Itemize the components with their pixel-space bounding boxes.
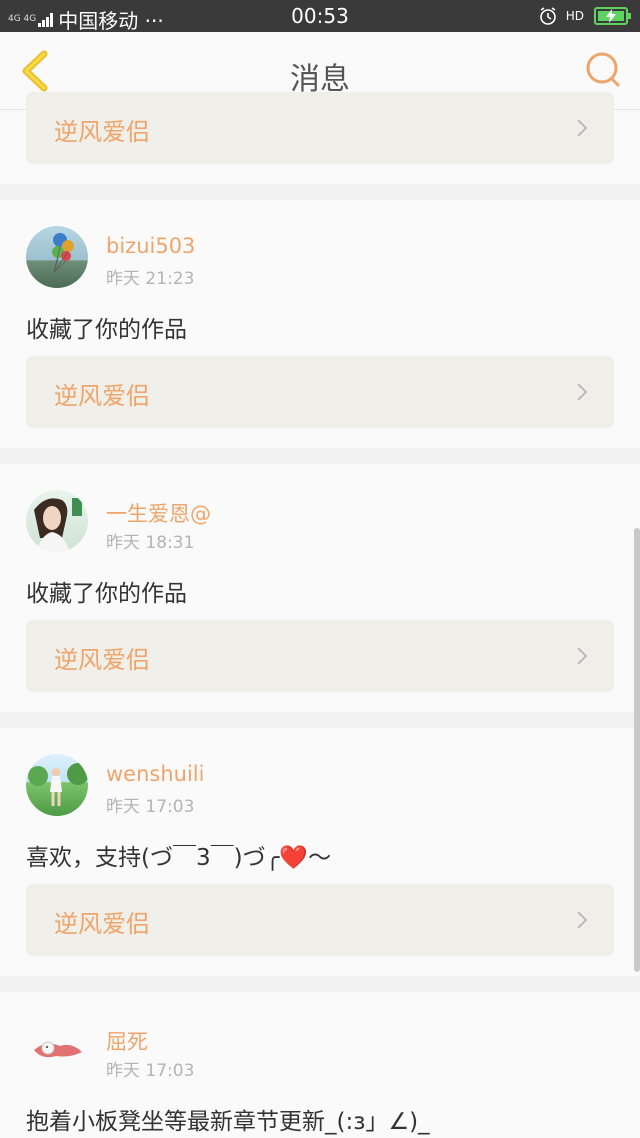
work-link[interactable]: 逆风爱侣 (26, 92, 614, 164)
message-card: bizui503 昨天 21:23 收藏了你的作品 逆风爱侣 (0, 200, 640, 448)
message-text: 收藏了你的作品 (26, 581, 187, 607)
message-text: 抱着小板凳坐等最新章节更新_(:з」∠)_ (26, 1109, 430, 1135)
hd-call-icon: HD (565, 9, 584, 23)
avatar[interactable] (26, 226, 88, 288)
message-card: wenshuili 昨天 17:03 喜欢，支持(づ￣3￣)づ╭❤️～ 逆风爱侣 (0, 728, 640, 976)
message-time: 昨天 21:23 (106, 269, 195, 289)
chevron-right-icon (577, 911, 588, 929)
search-icon[interactable] (584, 50, 624, 90)
work-title: 逆风爱侣 (54, 382, 150, 410)
avatar[interactable] (26, 490, 88, 552)
message-time: 昨天 17:03 (106, 797, 195, 817)
username[interactable]: 屈死 (106, 1026, 148, 1056)
username[interactable]: bizui503 (106, 234, 195, 258)
scrollbar[interactable] (634, 528, 640, 972)
username[interactable]: wenshuili (106, 762, 204, 786)
work-title: 逆风爱侣 (54, 910, 150, 938)
chevron-right-icon (577, 647, 588, 665)
message-time: 昨天 17:03 (106, 1061, 195, 1081)
work-link[interactable]: 逆风爱侣 (26, 356, 614, 428)
message-text: 收藏了你的作品 (26, 317, 187, 343)
work-title: 逆风爱侣 (54, 118, 150, 146)
message-card: 屈死 昨天 17:03 抱着小板凳坐等最新章节更新_(:з」∠)_ (0, 992, 640, 1138)
battery-icon (594, 7, 631, 25)
message-text: 喜欢，支持(づ￣3￣)づ╭❤️～ (26, 845, 332, 871)
avatar[interactable] (26, 1018, 88, 1080)
work-link[interactable]: 逆风爱侣 (26, 884, 614, 956)
message-card: 逆风爱侣 (0, 92, 640, 184)
chevron-right-icon (577, 383, 588, 401)
work-link[interactable]: 逆风爱侣 (26, 620, 614, 692)
work-title: 逆风爱侣 (54, 646, 150, 674)
chevron-right-icon (577, 119, 588, 137)
alarm-icon (539, 7, 556, 25)
message-time: 昨天 18:31 (106, 533, 195, 553)
message-card: 一生爱恩@ 昨天 18:31 收藏了你的作品 逆风爱侣 (0, 464, 640, 712)
status-bar: 4G 4G 中国移动 ··· 00:53 HD (0, 0, 640, 33)
username[interactable]: 一生爱恩@ (106, 498, 211, 528)
avatar[interactable] (26, 754, 88, 816)
